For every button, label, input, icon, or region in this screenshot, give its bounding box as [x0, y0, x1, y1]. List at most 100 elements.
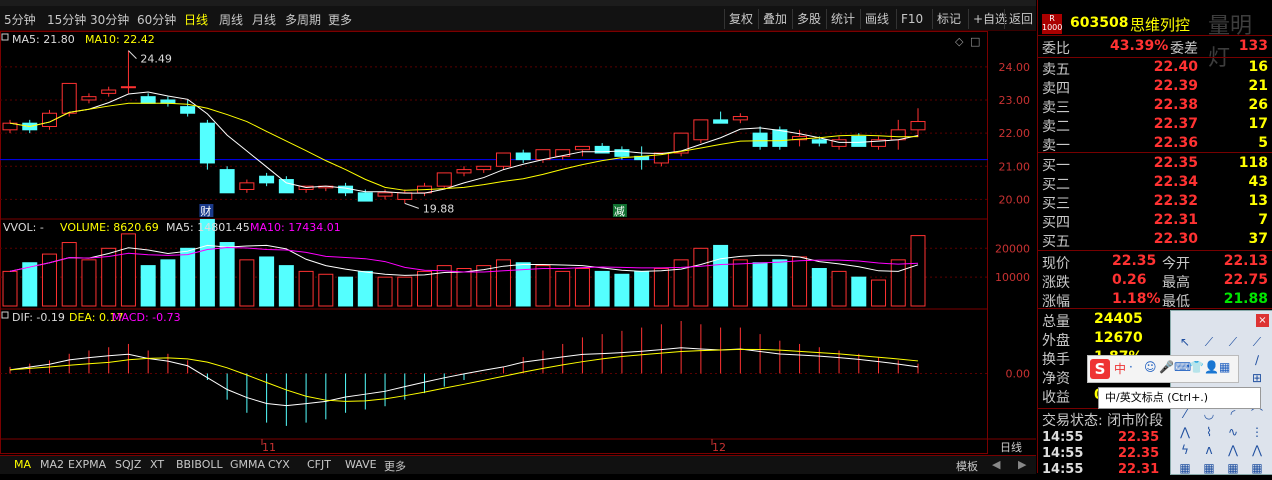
scroll-right-icon[interactable]: ▶ [1018, 458, 1026, 471]
drawing-tool-icon[interactable]: ⋀ [1175, 423, 1195, 441]
quote-key2: 今开 [1162, 256, 1190, 272]
drawing-tool-icon[interactable]: ⋮ [1247, 423, 1267, 441]
drawing-tool-icon[interactable]: ∕ [1247, 351, 1267, 369]
volume-bar [456, 268, 472, 307]
collapse-icon[interactable] [1, 311, 9, 319]
scroll-left-icon[interactable]: ◀ [992, 458, 1000, 471]
ime-item-ime-user-icon[interactable]: 👤 [1204, 360, 1219, 374]
volume-bar [259, 256, 275, 307]
orderbook-label: 卖二 [1042, 119, 1070, 135]
indicator-tab-5[interactable]: BBIBOLL [176, 458, 223, 471]
toolbar-button-8[interactable]: 返回 [1004, 9, 1037, 29]
indicator-tab-6[interactable]: GMMA [230, 458, 265, 471]
drawing-tool-icon[interactable]: ▦ [1175, 459, 1195, 477]
quote-value: 1.18% [1112, 291, 1161, 307]
price-tick: 23.00 [999, 94, 1031, 107]
drawing-tool-icon[interactable]: ⋀ [1223, 441, 1243, 459]
drawing-tool-icon[interactable]: ▦ [1223, 459, 1243, 477]
drawing-tool-icon[interactable]: ʌ [1199, 441, 1219, 459]
volume-bar [910, 235, 926, 307]
template-button[interactable]: 模板 [956, 458, 978, 474]
drawing-tool-icon[interactable]: ∿ [1223, 423, 1243, 441]
orderbook-label: 卖一 [1042, 138, 1070, 154]
ime-item-ime-grid-icon[interactable]: ▦ [1219, 360, 1230, 374]
volume-bar [219, 242, 235, 307]
drawing-tool-icon[interactable]: ϟ [1175, 441, 1195, 459]
expand-icon[interactable]: □ [970, 35, 980, 48]
ime-item-ime-skin-icon[interactable]: 👕 [1189, 360, 1204, 374]
sogou-logo-icon[interactable]: S [1090, 359, 1110, 379]
indicator-tab-0[interactable]: MA [14, 458, 31, 471]
indicator-tab-2[interactable]: EXPMA [68, 458, 106, 471]
tab-8[interactable]: 更多 [328, 11, 352, 28]
tab-4[interactable]: 日线 [184, 11, 208, 28]
volume-bar [634, 270, 650, 307]
ime-item-ime-voice-icon[interactable]: 🎤 [1159, 360, 1174, 374]
volume-bar [160, 259, 176, 307]
toolbar-button-0[interactable]: 复权 [724, 9, 757, 29]
top-toolbar: 5分钟 15分钟 30分钟 60分钟 日线 周线 月线 多周期 更多 复权 叠加 多股 统计 画线 F10… [0, 0, 1036, 31]
diamond-icon[interactable]: ◇ [955, 35, 964, 48]
tab-6[interactable]: 月线 [252, 11, 276, 28]
indicator-tab-1[interactable]: MA2 [40, 458, 64, 471]
orderbook-volume: 16 [1248, 59, 1268, 75]
drawing-tool-icon[interactable]: ⟋ [1199, 333, 1219, 351]
collapse-icon[interactable] [1, 33, 9, 41]
orderbook-label: 买四 [1042, 215, 1070, 231]
volume-bar [120, 233, 136, 307]
quote-value: 0.26 [1112, 272, 1147, 288]
orderbook-volume: 5 [1258, 135, 1268, 151]
indicator-tab-9[interactable]: WAVE [345, 458, 377, 471]
ime-item-ime-punct-icon[interactable]: · [1129, 360, 1133, 374]
divider [1038, 35, 1272, 36]
candle [259, 172, 275, 187]
ime-item-ime-chinese-icon[interactable]: 中 [1114, 360, 1126, 377]
candle [673, 132, 689, 157]
drawing-tool-icon[interactable]: ▦ [1247, 459, 1267, 477]
toolbar-button-3[interactable]: 统计 [826, 9, 859, 29]
toolbar-button-6[interactable]: 标记 [932, 9, 965, 29]
quote-key: 涨幅 [1042, 294, 1070, 310]
indicator-tab-3[interactable]: SQJZ [115, 458, 141, 471]
candle [871, 136, 887, 150]
drawing-tool-icon[interactable]: ▦ [1199, 459, 1219, 477]
volume-bar [594, 270, 610, 307]
vol-legend: VVOL: - [3, 221, 44, 234]
toolbar-button-4[interactable]: 画线 [860, 9, 893, 29]
volume-bar [278, 265, 294, 307]
tab-2[interactable]: 30分钟 [90, 11, 129, 28]
drawing-tool-icon[interactable]: ⊞ [1247, 369, 1267, 387]
toolbar-button-1[interactable]: 叠加 [758, 9, 791, 29]
indicator-tab-10[interactable]: 更多 [384, 458, 406, 474]
quote-row: 涨幅 1.18% 最低 21.88 [1042, 291, 1272, 310]
drawing-tool-icon[interactable]: ⋀ [1247, 441, 1267, 459]
tab-7[interactable]: 多周期 [285, 11, 321, 28]
indicator-tab-4[interactable]: XT [150, 458, 164, 471]
volume-bar [239, 259, 255, 307]
indicator-tab-7[interactable]: CYX [268, 458, 290, 471]
candle [2, 119, 18, 134]
tab-1[interactable]: 15分钟 [47, 11, 86, 28]
candle [120, 50, 136, 94]
kline-chart[interactable]: 24.00 23.00 22.00 21.00 20.00 20000 10000 0.00 2… [0, 31, 1036, 454]
drawing-tool-icon[interactable]: ↖ [1175, 333, 1195, 351]
orderbook-row: 买四 22.31 7 [1042, 212, 1272, 231]
tick-price: 22.35 [1118, 430, 1160, 445]
toolbar-button-2[interactable]: 多股 [792, 9, 825, 29]
ime-item-ime-emoji-icon[interactable]: ☺ [1144, 360, 1157, 374]
tab-3[interactable]: 60分钟 [137, 11, 176, 28]
candle [693, 119, 709, 144]
drawing-tool-icon[interactable]: ⟋ [1223, 333, 1243, 351]
close-icon[interactable]: × [1256, 314, 1269, 327]
tab-5[interactable]: 周线 [219, 11, 243, 28]
quote-value: 22.35 [1112, 253, 1157, 269]
tab-0[interactable]: 5分钟 [4, 11, 36, 28]
ime-toolbar[interactable]: S 中 · ☺ 🎤 ⌨ 👕 👤 ▦ [1087, 355, 1239, 383]
drawing-tool-icon[interactable]: ⌇ [1199, 423, 1219, 441]
candle [239, 179, 255, 193]
divider [1038, 250, 1272, 251]
vol-ma5-legend: MA5: 14801.45 [166, 221, 250, 234]
indicator-tab-8[interactable]: CFJT [307, 458, 331, 471]
toolbar-button-5[interactable]: F10 [896, 9, 927, 29]
drawing-tool-icon[interactable]: ⟋ [1247, 333, 1267, 351]
